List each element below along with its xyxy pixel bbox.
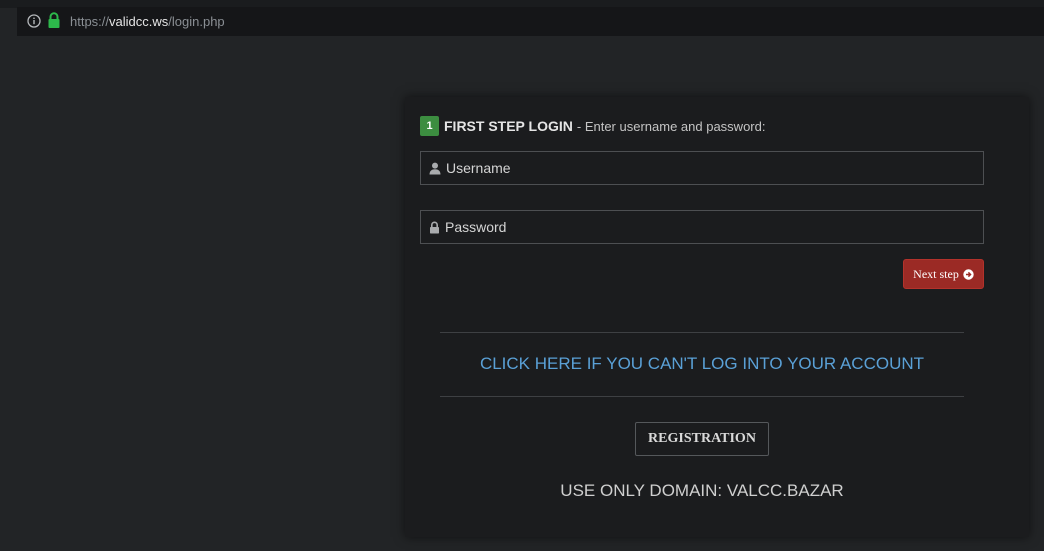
info-icon[interactable] — [27, 14, 41, 28]
step-title: FIRST STEP LOGIN — [444, 118, 573, 134]
lock-icon — [430, 221, 439, 233]
username-input[interactable] — [446, 152, 983, 184]
divider-top — [440, 332, 964, 333]
address-bar[interactable]: https://validcc.ws/login.php — [17, 7, 1044, 36]
login-panel: 1 FIRST STEP LOGIN - Enter username and … — [405, 97, 1029, 537]
url-scheme: https:// — [70, 14, 110, 29]
password-field[interactable] — [420, 210, 984, 244]
password-input[interactable] — [445, 211, 983, 243]
divider-bottom — [440, 396, 964, 397]
step-header: 1 FIRST STEP LOGIN - Enter username and … — [420, 116, 765, 136]
username-field[interactable] — [420, 151, 984, 185]
next-step-label: Next step — [913, 266, 959, 281]
registration-button[interactable]: REGISTRATION — [635, 422, 769, 456]
user-icon — [429, 162, 441, 174]
domain-notice: USE ONLY DOMAIN: VALCC.BAZAR — [560, 481, 844, 500]
secure-lock-icon[interactable] — [47, 12, 61, 29]
url-text[interactable]: https://validcc.ws/login.php — [70, 14, 225, 29]
next-step-button[interactable]: Next step — [903, 259, 984, 289]
url-host: validcc.ws — [109, 14, 169, 29]
arrow-circle-right-icon — [963, 268, 974, 280]
step-number-badge: 1 — [420, 116, 439, 136]
cant-login-link[interactable]: CLICK HERE IF YOU CAN'T LOG INTO YOUR AC… — [405, 354, 999, 374]
url-path: /login.php — [168, 14, 225, 29]
step-description: - Enter username and password: — [576, 118, 766, 134]
